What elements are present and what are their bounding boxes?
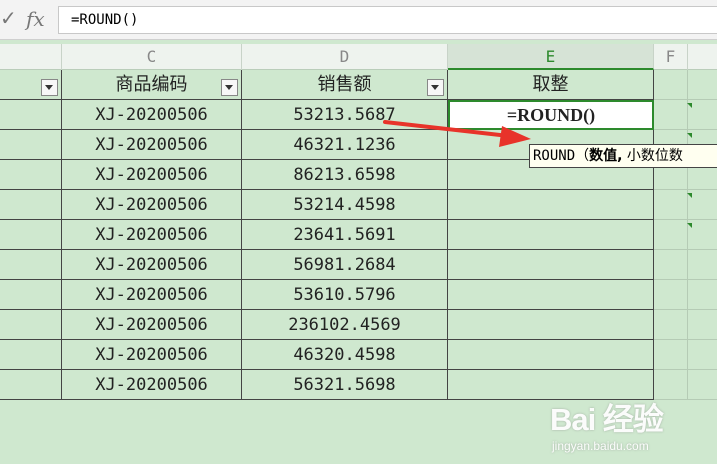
table-row: XJ-20200506 53214.4598: [0, 190, 717, 220]
cell-f[interactable]: [654, 310, 688, 340]
active-cell-editor[interactable]: =ROUND(): [448, 100, 654, 130]
cell-product-code[interactable]: XJ-20200506: [62, 310, 242, 340]
table-row: XJ-20200506 23641.5691: [0, 220, 717, 250]
cell-b[interactable]: [0, 220, 62, 250]
column-header-c[interactable]: C: [62, 44, 242, 70]
cell-g[interactable]: [688, 100, 717, 130]
cell-f[interactable]: [654, 280, 688, 310]
error-indicator-icon: [687, 103, 692, 108]
spreadsheet-grid: 商品编码 销售额 取整 XJ-20200506 53213.5687 =ROUND(…: [0, 70, 717, 400]
watermark-url: jingyan.baidu.com: [552, 439, 649, 453]
cell-sales[interactable]: 56321.5698: [242, 370, 448, 400]
cell-sales[interactable]: 46320.4598: [242, 340, 448, 370]
cell-rounded[interactable]: [448, 190, 654, 220]
cell-sales[interactable]: 53610.5796: [242, 280, 448, 310]
cell-product-code[interactable]: XJ-20200506: [62, 370, 242, 400]
function-hint-tooltip: ROUND（数值, 小数位数: [529, 144, 717, 168]
cell-b[interactable]: [0, 280, 62, 310]
cell-g[interactable]: [688, 70, 717, 100]
cell-f[interactable]: [654, 220, 688, 250]
error-indicator-icon: [687, 223, 692, 228]
cell-b[interactable]: [0, 370, 62, 400]
formula-bar: ✓ fx =ROUND(): [0, 0, 717, 40]
cell-product-code[interactable]: XJ-20200506: [62, 100, 242, 130]
cell-product-code[interactable]: XJ-20200506: [62, 130, 242, 160]
cell-g[interactable]: [688, 310, 717, 340]
error-indicator-icon: [687, 133, 692, 138]
cell-product-code[interactable]: XJ-20200506: [62, 160, 242, 190]
cell-sales[interactable]: 23641.5691: [242, 220, 448, 250]
table-row: XJ-20200506 53610.5796: [0, 280, 717, 310]
cell-sales[interactable]: 53214.4598: [242, 190, 448, 220]
cell-sales[interactable]: 53213.5687: [242, 100, 448, 130]
filter-dropdown-icon[interactable]: [221, 79, 238, 96]
cell-sales[interactable]: 56981.2684: [242, 250, 448, 280]
cell-product-code[interactable]: XJ-20200506: [62, 340, 242, 370]
column-header-e[interactable]: E: [448, 44, 654, 70]
header-cell-rounded[interactable]: 取整: [448, 70, 654, 100]
cell-product-code[interactable]: XJ-20200506: [62, 190, 242, 220]
column-header-d[interactable]: D: [242, 44, 448, 70]
cell-rounded[interactable]: [448, 220, 654, 250]
cell-g[interactable]: [688, 190, 717, 220]
cell-f[interactable]: [654, 250, 688, 280]
cell-sales[interactable]: 236102.4569: [242, 310, 448, 340]
filter-dropdown-icon[interactable]: [41, 79, 58, 96]
watermark-logo-text: Bai 经验: [550, 402, 664, 437]
table-row: XJ-20200506 56981.2684: [0, 250, 717, 280]
cell-sales[interactable]: 86213.6598: [242, 160, 448, 190]
header-cell-sales[interactable]: 销售额: [242, 70, 448, 100]
cell-product-code[interactable]: XJ-20200506: [62, 280, 242, 310]
cell-rounded[interactable]: [448, 340, 654, 370]
cell-g[interactable]: [688, 340, 717, 370]
header-cell-product-code[interactable]: 商品编码: [62, 70, 242, 100]
column-header-b[interactable]: [0, 44, 62, 70]
cell-b[interactable]: [0, 130, 62, 160]
cell-rounded[interactable]: [448, 280, 654, 310]
cell-f[interactable]: [654, 340, 688, 370]
table-row: XJ-20200506 53213.5687 =ROUND(): [0, 100, 717, 130]
cell-sales[interactable]: 46321.1236: [242, 130, 448, 160]
confirm-check-icon[interactable]: ✓: [0, 6, 17, 32]
cell-b[interactable]: [0, 160, 62, 190]
cell-rounded[interactable]: [448, 250, 654, 280]
error-indicator-icon: [687, 193, 692, 198]
cell-b[interactable]: [0, 340, 62, 370]
filter-dropdown-icon[interactable]: [427, 79, 444, 96]
cell-b[interactable]: [0, 250, 62, 280]
cell-b[interactable]: [0, 310, 62, 340]
table-row: XJ-20200506 46320.4598: [0, 340, 717, 370]
insert-function-icon[interactable]: fx: [26, 6, 45, 32]
cell-b[interactable]: [0, 100, 62, 130]
cell-product-code[interactable]: XJ-20200506: [62, 220, 242, 250]
cell-f[interactable]: [654, 100, 688, 130]
header-cell-b[interactable]: [0, 70, 62, 100]
cell-g[interactable]: [688, 220, 717, 250]
column-header-f[interactable]: F: [654, 44, 688, 70]
column-header-row: C D E F: [0, 44, 717, 70]
formula-input[interactable]: =ROUND(): [58, 6, 717, 34]
cell-product-code[interactable]: XJ-20200506: [62, 250, 242, 280]
cell-g[interactable]: [688, 280, 717, 310]
cell-f[interactable]: [654, 70, 688, 100]
baidu-watermark: Bai 经验 jingyan.baidu.com: [548, 392, 717, 462]
cell-f[interactable]: [654, 190, 688, 220]
cell-g[interactable]: [688, 250, 717, 280]
cell-b[interactable]: [0, 190, 62, 220]
cell-rounded[interactable]: [448, 310, 654, 340]
table-header-row: 商品编码 销售额 取整: [0, 70, 717, 100]
table-row: XJ-20200506 236102.4569: [0, 310, 717, 340]
